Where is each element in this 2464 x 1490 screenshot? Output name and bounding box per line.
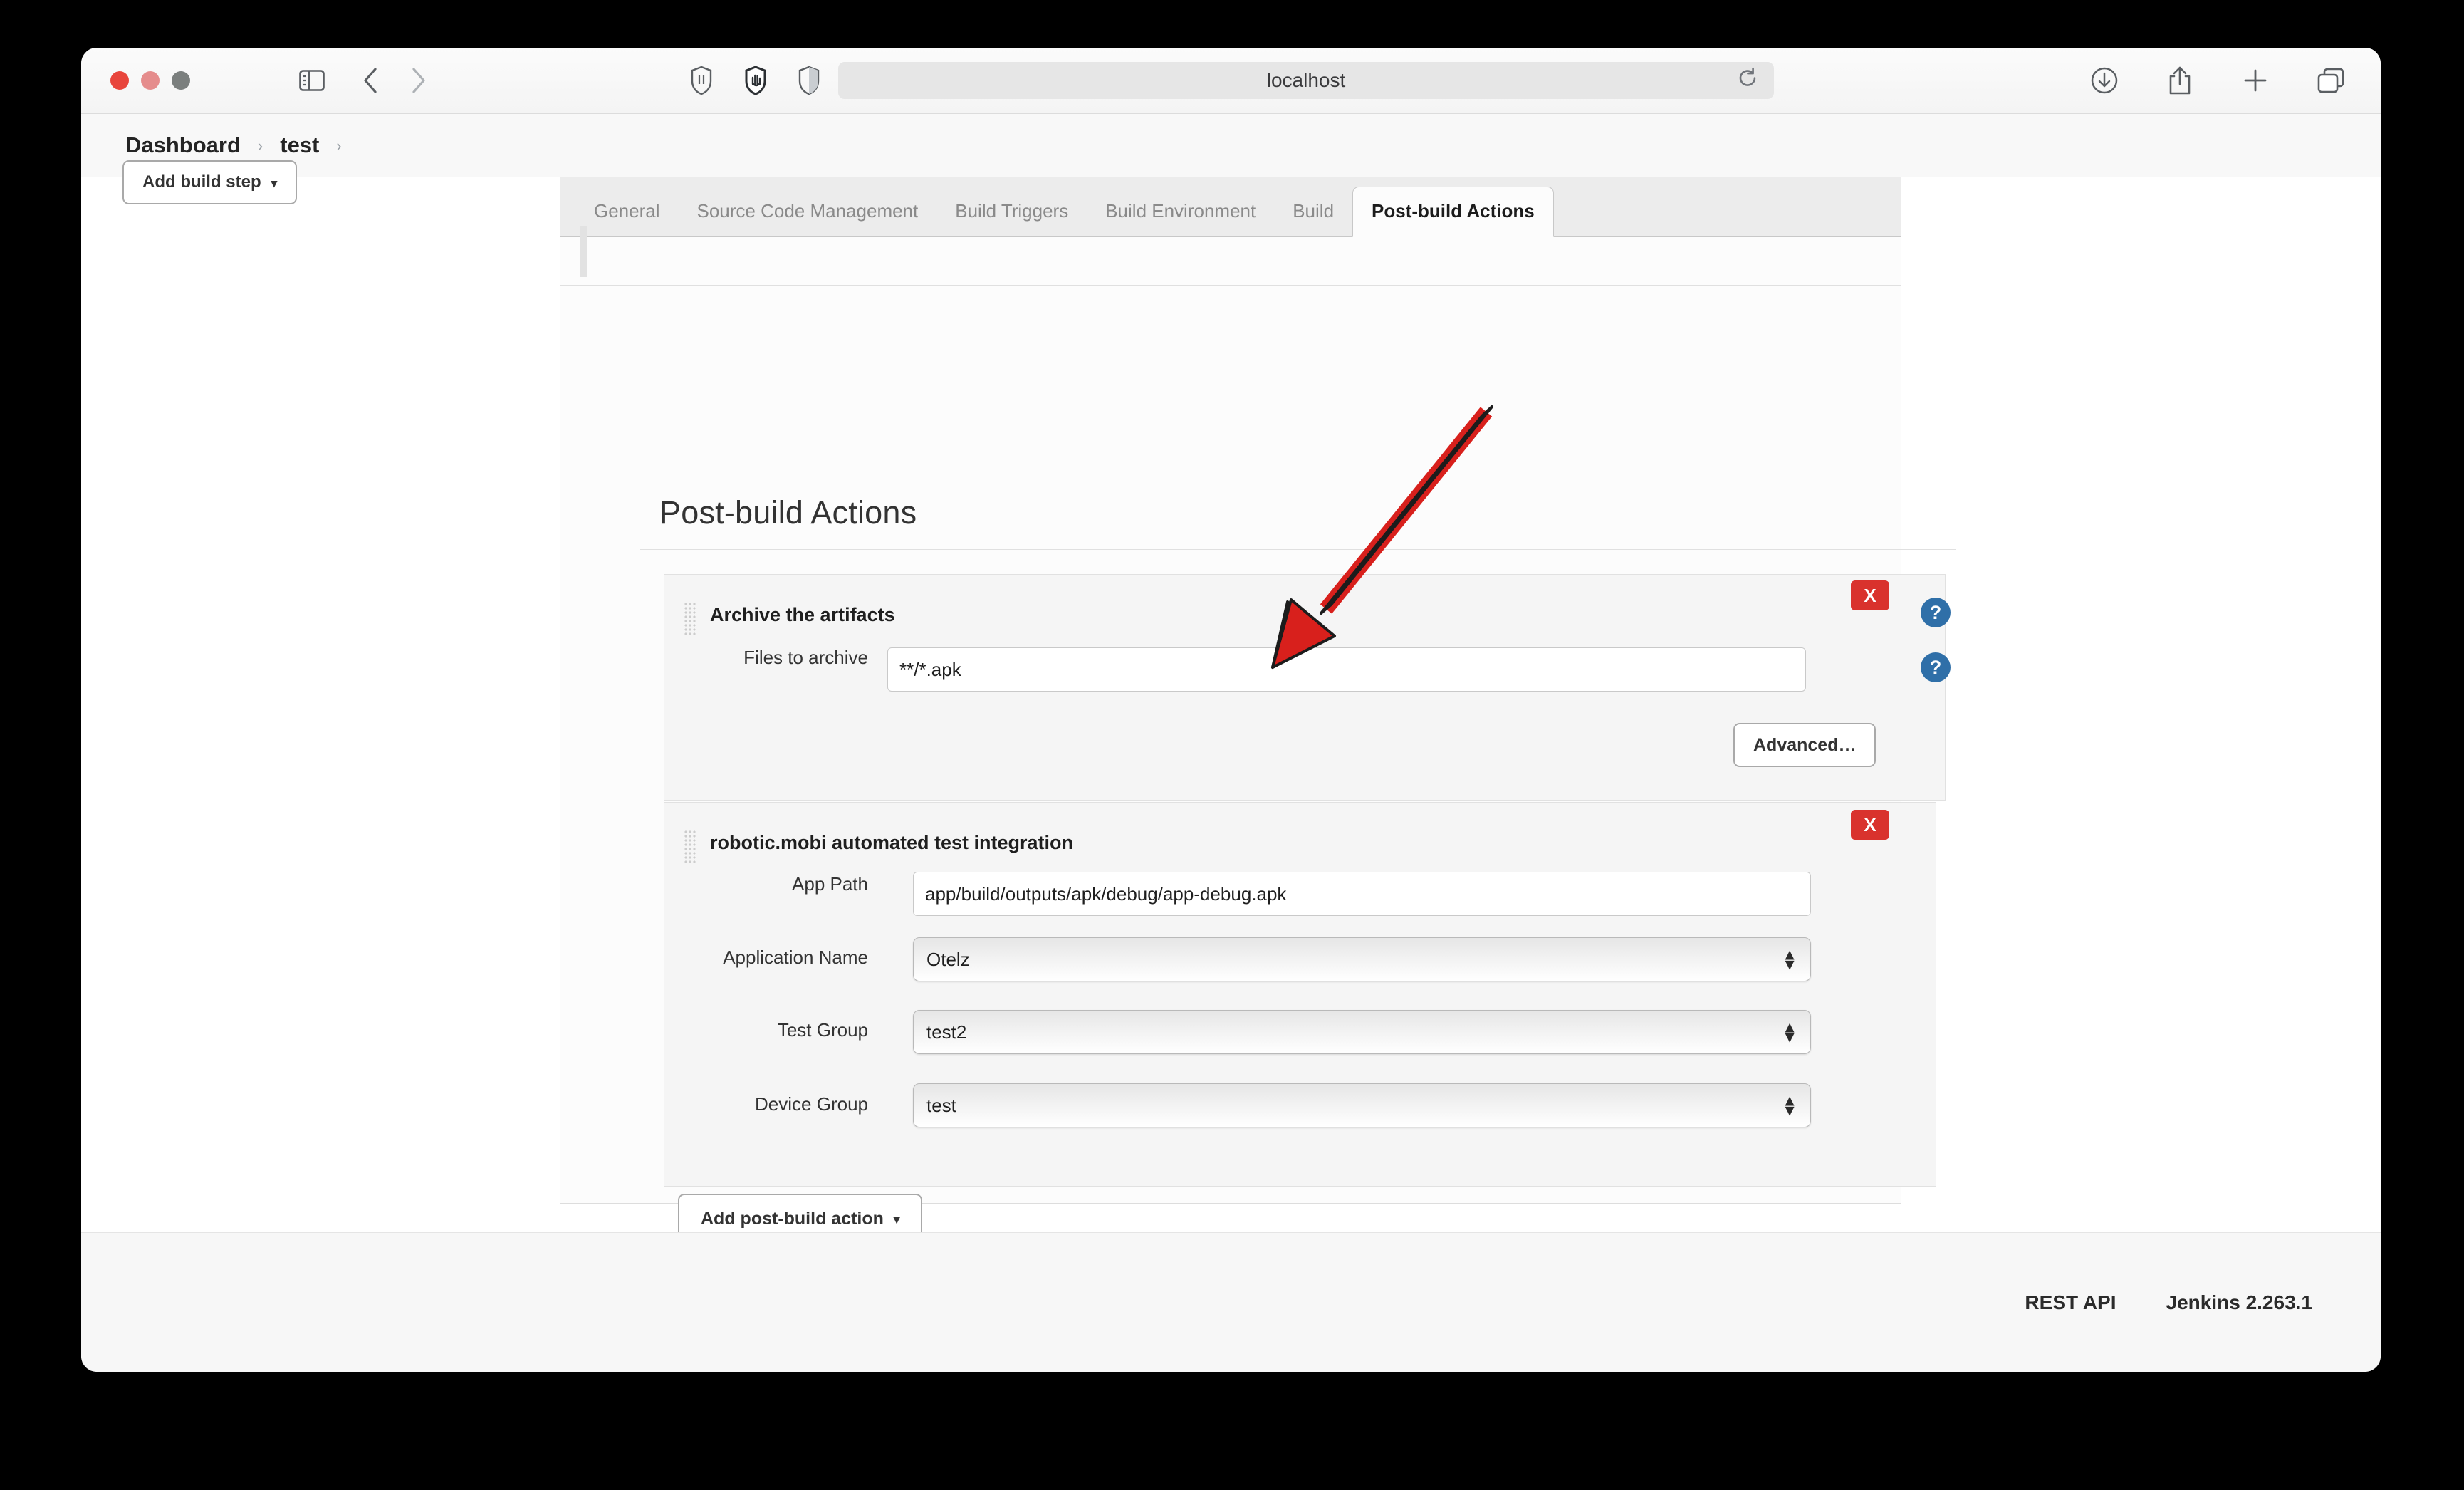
- add-post-build-action-label: Add post-build action: [701, 1208, 884, 1229]
- shield-hand-icon[interactable]: [738, 63, 773, 98]
- chevron-down-icon: ▾: [893, 1213, 900, 1226]
- breadcrumb-separator-icon: ›: [336, 137, 342, 155]
- post-build-block-robotic-mobi: robotic.mobi automated test integration: [664, 802, 1936, 1187]
- stepper-arrows-icon: ▲ ▼: [1782, 945, 1797, 973]
- breadcrumb-separator-icon: ›: [257, 137, 263, 155]
- config-tab-bar: General Source Code Management Build Tri…: [560, 177, 1901, 237]
- toolbar-right-actions: [2089, 65, 2346, 96]
- page-body: General Source Code Management Build Tri…: [81, 160, 2381, 1372]
- remove-robotic-block-button[interactable]: X: [1851, 810, 1889, 840]
- tab-source-code-management[interactable]: Source Code Management: [679, 200, 937, 236]
- drag-handle-icon[interactable]: [580, 226, 587, 277]
- page-footer: REST API Jenkins 2.263.1: [81, 1232, 2381, 1372]
- chevron-down-icon: ▾: [271, 177, 278, 190]
- zoom-window-button[interactable]: [172, 71, 190, 90]
- field-label-test-group: Test Group: [777, 1019, 868, 1041]
- help-icon[interactable]: ?: [1921, 652, 1951, 682]
- device-group-value: test: [926, 1094, 956, 1116]
- field-label-application-name: Application Name: [723, 947, 868, 968]
- drag-handle-icon[interactable]: [684, 602, 696, 635]
- share-icon[interactable]: [2164, 65, 2196, 96]
- shield-pause-icon[interactable]: [684, 63, 719, 98]
- application-name-value: Otelz: [926, 948, 970, 970]
- app-path-input[interactable]: app/build/outputs/apk/debug/app-debug.ap…: [913, 872, 1811, 916]
- plus-icon[interactable]: [2240, 65, 2271, 96]
- drag-handle-icon[interactable]: [684, 830, 696, 863]
- field-label-device-group: Device Group: [755, 1093, 868, 1115]
- breadcrumb-item-test[interactable]: test: [270, 132, 329, 158]
- field-label-app-path: App Path: [792, 873, 868, 895]
- add-build-step-label: Add build step: [142, 172, 261, 192]
- window-traffic-lights: [110, 71, 190, 90]
- close-window-button[interactable]: [110, 71, 129, 90]
- test-group-value: test2: [926, 1021, 967, 1043]
- address-text: localhost: [1266, 69, 1346, 91]
- chevron-left-icon[interactable]: [353, 63, 387, 98]
- rest-api-link[interactable]: REST API: [2025, 1291, 2116, 1314]
- page-title: Post-build Actions: [659, 494, 917, 531]
- device-group-select[interactable]: test ▲ ▼: [913, 1083, 1811, 1127]
- jenkins-version-label: Jenkins 2.263.1: [2166, 1291, 2312, 1313]
- field-label-files-to-archive: Files to archive: [743, 647, 868, 668]
- section-divider: [640, 549, 1956, 550]
- tab-overview-icon[interactable]: [2315, 65, 2346, 96]
- help-icon[interactable]: ?: [1921, 598, 1951, 627]
- tab-general[interactable]: General: [575, 200, 679, 236]
- minimize-window-button[interactable]: [141, 71, 160, 90]
- download-icon[interactable]: [2089, 65, 2120, 96]
- block-title-robotic-mobi: robotic.mobi automated test integration: [710, 832, 1074, 853]
- shield-split-icon[interactable]: [792, 63, 826, 98]
- browser-window: localhost Dashboard › test › General Sou…: [81, 48, 2381, 1372]
- breadcrumb: Dashboard › test ›: [81, 114, 2381, 177]
- files-to-archive-input[interactable]: **/*.apk: [887, 647, 1806, 692]
- browser-toolbar: localhost: [81, 48, 2381, 114]
- remove-archive-block-button[interactable]: X: [1851, 580, 1889, 610]
- tab-build[interactable]: Build: [1274, 200, 1352, 236]
- address-bar[interactable]: localhost: [838, 62, 1774, 99]
- tab-post-build-actions[interactable]: Post-build Actions: [1352, 187, 1554, 237]
- stepper-arrows-icon: ▲ ▼: [1782, 1091, 1797, 1119]
- block-title-archive: Archive the artifacts: [710, 604, 895, 625]
- application-name-select[interactable]: Otelz ▲ ▼: [913, 937, 1811, 981]
- test-group-select[interactable]: test2 ▲ ▼: [913, 1010, 1811, 1054]
- build-step-row: [560, 226, 1901, 286]
- add-build-step-button[interactable]: Add build step ▾: [122, 160, 298, 204]
- advanced-button[interactable]: Advanced…: [1733, 723, 1876, 767]
- reload-icon[interactable]: [1737, 67, 1758, 94]
- breadcrumb-item-dashboard[interactable]: Dashboard: [115, 132, 251, 158]
- chevron-right-icon[interactable]: [402, 63, 436, 98]
- stepper-arrows-icon: ▲ ▼: [1782, 1018, 1797, 1046]
- tab-build-triggers[interactable]: Build Triggers: [936, 200, 1087, 236]
- tab-build-environment[interactable]: Build Environment: [1087, 200, 1274, 236]
- sidebar-toggle-icon[interactable]: [295, 63, 329, 98]
